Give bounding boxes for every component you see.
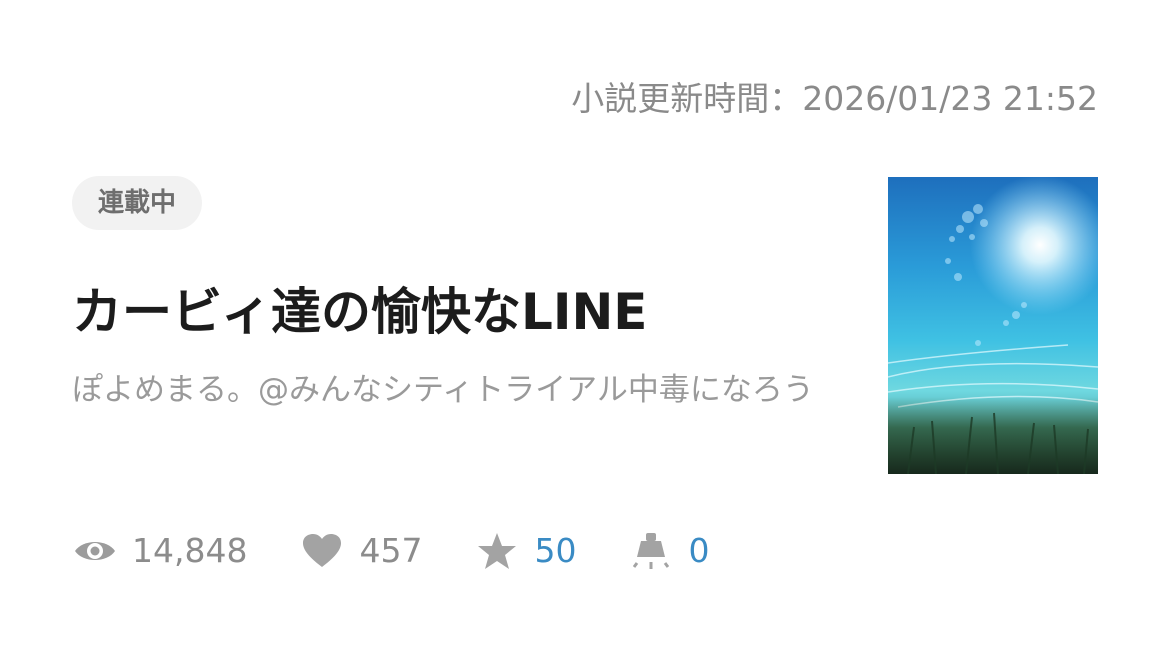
comments-count[interactable]: 0 [688,528,709,574]
star-icon[interactable] [474,528,520,574]
cover-image[interactable] [888,177,1098,474]
spotlight-icon[interactable] [628,528,674,574]
stars-stat[interactable]: 50 [474,528,576,574]
views-count: 14,848 [132,531,248,570]
updated-time: 小説更新時間：2026/01/23 21:52 [571,79,1098,118]
status-badge: 連載中 [72,176,203,230]
stats-row: 14,848 457 50 0 [72,526,761,576]
views-stat: 14,848 [72,528,247,574]
eye-icon [72,528,118,574]
novel-title[interactable]: カービィ達の愉快なLINE [72,282,647,342]
stars-count[interactable]: 50 [534,528,576,574]
novel-card[interactable]: 小説更新時間：2026/01/23 21:52 連載中 カービィ達の愉快なLIN… [0,0,1170,656]
likes-count: 457 [359,531,423,570]
comments-stat[interactable]: 0 [628,528,709,574]
likes-stat[interactable]: 457 [299,528,422,574]
author-name[interactable]: ぽよめまる。@みんなシティトライアル中毒になろう [72,368,832,413]
heart-icon[interactable] [299,528,345,574]
